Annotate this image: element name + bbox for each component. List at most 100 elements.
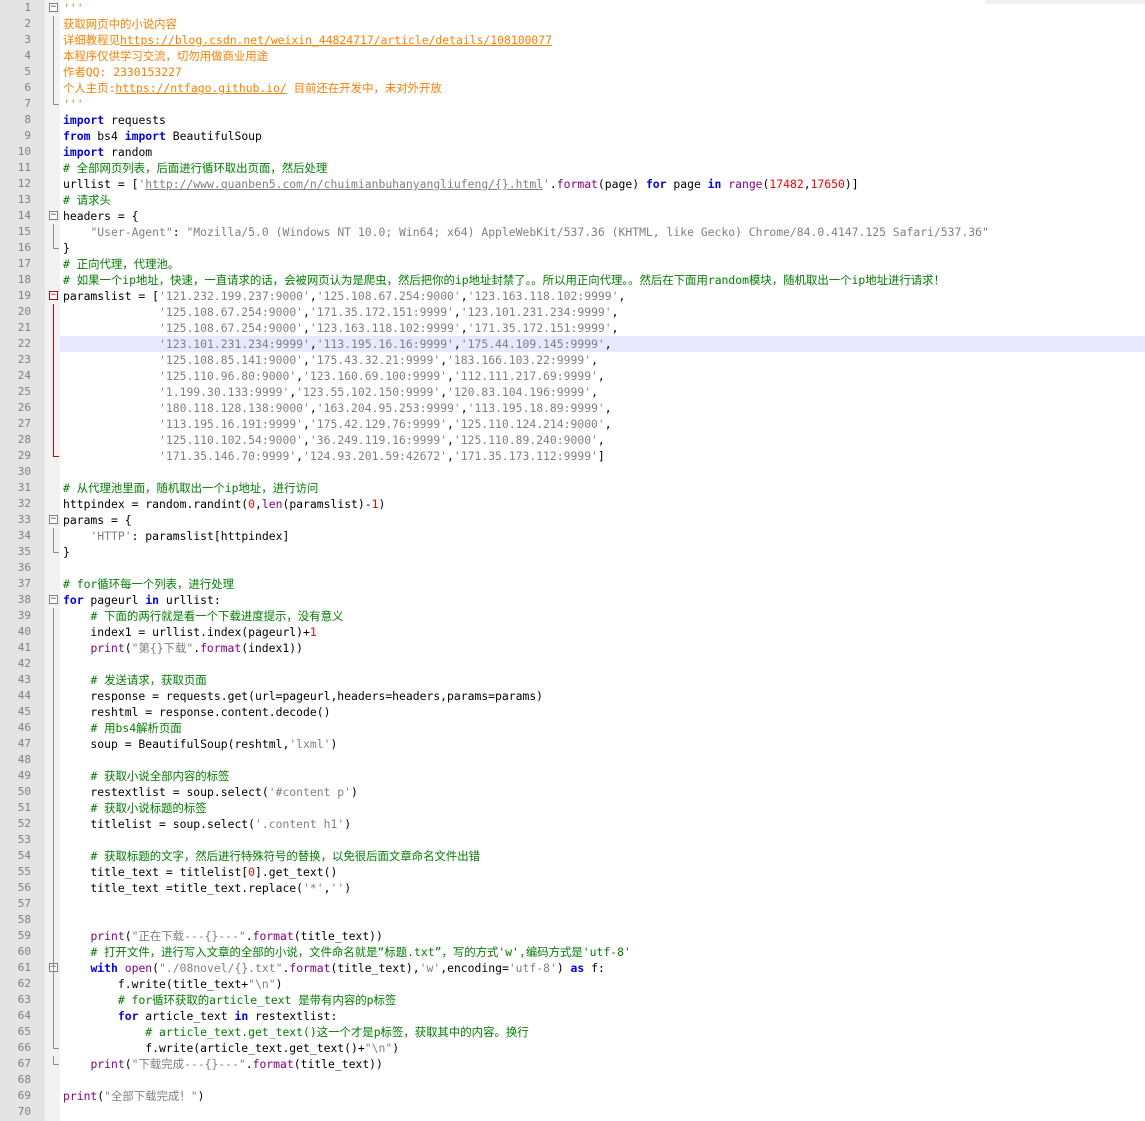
code-line[interactable]: 2 获取网页中的小说内容	[24, 16, 1145, 32]
code-line[interactable]: 8 import requests	[24, 112, 1145, 128]
code-token: httpindex = random.randint(	[63, 497, 249, 511]
code-area[interactable]: 1− ''' 2 获取网页中的小说内容 3 详细教程见https://blog.csdn.…	[18, 0, 1145, 1120]
code-text: f.write(title_text+"\n")	[63, 976, 283, 992]
code-token: )	[330, 737, 338, 751]
code-line[interactable]: 68	[18, 1072, 1145, 1088]
line-number: 32	[17, 497, 31, 510]
code-line[interactable]: 23 '125.108.85.141:9000','175.43.32.21:9…	[18, 352, 1145, 368]
code-line[interactable]: 63 # for循环获取的article_text 是带有内容的p标签	[18, 992, 1145, 1008]
code-line[interactable]: 21 '125.108.67.254:9000','123.163.118.10…	[18, 320, 1145, 336]
code-line[interactable]: 38 − for pageurl in urllist:	[18, 592, 1145, 608]
code-line[interactable]: 42	[18, 656, 1145, 672]
code-line[interactable]: 34 'HTTP': paramslist[httpindex]	[18, 528, 1145, 544]
code-line[interactable]: 58	[18, 912, 1145, 928]
code-line[interactable]: 70	[18, 1104, 1145, 1120]
line-number: 5	[24, 65, 31, 78]
code-line[interactable]: 55 title_text = titlelist[0].get_text()	[18, 864, 1145, 880]
code-token: as	[570, 961, 585, 975]
fold-guide-line	[53, 752, 54, 768]
code-line[interactable]: 28 '125.110.102.54:9000','36.249.119.16:…	[18, 432, 1145, 448]
code-line[interactable]: 17 # 正向代理，代理池。	[18, 256, 1145, 272]
code-line[interactable]: 27 '113.195.16.191:9999','175.42.129.76:…	[18, 416, 1145, 432]
code-line[interactable]: 57	[18, 896, 1145, 912]
code-line[interactable]: 6 个人主页:https://ntfago.github.io/ 目前还在开发中，…	[24, 80, 1145, 96]
code-line[interactable]: 69 print("全部下载完成！")	[18, 1088, 1145, 1104]
code-line[interactable]: 59 print("正在下载---{}---".format(title_tex…	[18, 928, 1145, 944]
code-token: '125.108.67.254:9000'	[316, 289, 461, 303]
fold-toggle-icon[interactable]: −	[49, 211, 58, 220]
code-line[interactable]: 4 本程序仅供学习交流，切勿用做商业用途	[24, 48, 1145, 64]
code-line[interactable]: 25 '1.199.30.133:9999', '123.55.102.150:9…	[18, 384, 1145, 400]
code-line[interactable]: 50 restextlist = soup.select('#content p…	[18, 784, 1145, 800]
code-token: requests	[104, 113, 166, 127]
code-line[interactable]: 62 f.write(title_text+"\n")	[18, 976, 1145, 992]
code-text: urllist = ['http://www.quanben5.com/n/ch…	[63, 176, 859, 192]
fold-toggle-icon[interactable]: −	[49, 291, 58, 300]
code-text: # 打开文件，进行写入文章的全部的小说，文件命名就是“标题.txt”，写的方式'…	[63, 944, 630, 960]
code-token: title_text =title_text.replace(	[63, 881, 304, 895]
code-line[interactable]: 5 作者QQ: 2330153227	[24, 64, 1145, 80]
code-line[interactable]: 15 "User-Agent": "Mozilla/5.0 (Windows N…	[18, 224, 1145, 240]
code-line[interactable]: 1 − '''	[24, 0, 1145, 16]
code-line[interactable]: 36	[18, 560, 1145, 576]
fold-guide-line	[53, 368, 54, 384]
code-line[interactable]: 32 httpindex = random.randint(0,len(param…	[18, 496, 1145, 512]
code-line[interactable]: 24 '125.110.96.80:9000','123.160.69.100:…	[18, 368, 1145, 384]
code-line[interactable]: 67 print("下载完成---{}---".format(title_tex…	[18, 1056, 1145, 1072]
code-line[interactable]: 29 '171.35.146.70:9999','124.93.201.59:4…	[18, 448, 1145, 464]
line-number: 23	[17, 353, 31, 366]
code-line[interactable]: 16}	[18, 240, 1145, 256]
code-line[interactable]: 41 print("第{}下载".format(index1))	[18, 640, 1145, 656]
code-token: paramslist = [	[63, 289, 160, 303]
code-line[interactable]: 30	[18, 464, 1145, 480]
code-line[interactable]: 13 # 请求头	[18, 192, 1145, 208]
code-line[interactable]: 22 '123.101.231.234:9999','113.195.16.16…	[18, 336, 1145, 352]
code-line[interactable]: 43 # 发送请求，获取页面	[18, 672, 1145, 688]
code-line[interactable]: 49 # 获取小说全部内容的标签	[18, 768, 1145, 784]
code-line[interactable]: 54 # 获取标题的文字，然后进行特殊符号的替换，以免很后面文章命名文件出错	[18, 848, 1145, 864]
line-number: 48	[17, 753, 31, 766]
code-line[interactable]: 56 title_text =title_text.replace('*',''…	[18, 880, 1145, 896]
code-line[interactable]: 11 # 全部网页列表，后面进行循环取出页面，然后处理	[18, 160, 1145, 176]
code-line[interactable]: 44 response = requests.get(url=pageurl,h…	[18, 688, 1145, 704]
code-line[interactable]: 20 '125.108.67.254:9000','171.35.172.151…	[18, 304, 1145, 320]
code-line[interactable]: 18 # 如果一个ip地址，快速，一直请求的话，会被网页认为是爬虫，然后把你的ip…	[18, 272, 1145, 288]
code-line[interactable]: 66 f.write(article_text.get_text()+"\n")	[18, 1040, 1145, 1056]
code-line[interactable]: 39 # 下面的两行就是看一个下载进度提示，没有意义	[18, 608, 1145, 624]
code-token: soup = BeautifulSoup(reshtml,	[63, 737, 290, 751]
code-token: import	[124, 129, 166, 143]
code-line[interactable]: 35}	[18, 544, 1145, 560]
code-line[interactable]: 40 index1 = urllist.index(pageurl)+1	[18, 624, 1145, 640]
code-line[interactable]: 48	[18, 752, 1145, 768]
code-line[interactable]: 31 # 从代理池里面，随机取出一个ip地址，进行访问	[18, 480, 1145, 496]
code-line[interactable]: 51 # 获取小说标题的标签	[18, 800, 1145, 816]
code-line[interactable]: 61− with open("./08novel/{}.txt".format(…	[18, 960, 1145, 976]
code-line[interactable]: 53	[18, 832, 1145, 848]
fold-toggle-icon[interactable]: −	[49, 595, 58, 604]
code-line[interactable]: 12 urllist = ['http://www.quanben5.com/n/…	[18, 176, 1145, 192]
code-line[interactable]: 14 − headers = {	[18, 208, 1145, 224]
code-line[interactable]: 7 '''	[24, 96, 1145, 112]
code-line[interactable]: 9 from bs4 import BeautifulSoup	[24, 128, 1145, 144]
code-line[interactable]: 19 − paramslist = ['121.232.199.237:9000',…	[18, 288, 1145, 304]
code-token: (	[124, 641, 132, 655]
code-line[interactable]: 3 详细教程见https://blog.csdn.net/weixin_44824…	[24, 32, 1145, 48]
code-line[interactable]: 26 '180.118.128.138:9000','163.204.95.25…	[18, 400, 1145, 416]
code-line[interactable]: 65 # article_text.get_text()这一个才是p标签，获取其…	[18, 1024, 1145, 1040]
line-number: 53	[17, 833, 31, 846]
fold-toggle-icon[interactable]: −	[49, 3, 58, 12]
code-line[interactable]: 47 soup = BeautifulSoup(reshtml,'lxml')	[18, 736, 1145, 752]
fold-toggle-icon[interactable]: −	[49, 515, 58, 524]
code-line[interactable]: 46 # 用bs4解析页面	[18, 720, 1145, 736]
code-line[interactable]: 37 # for循环每一个列表，进行处理	[18, 576, 1145, 592]
code-editor[interactable]: 1− ''' 2 获取网页中的小说内容 3 详细教程见https://blog.csdn.…	[0, 0, 1145, 1121]
code-line[interactable]: 52 titlelist = soup.select('.content h1'…	[18, 816, 1145, 832]
code-line[interactable]: 33 − params = {	[18, 512, 1145, 528]
code-line[interactable]: 64 for article_text in restextlist:	[18, 1008, 1145, 1024]
code-line[interactable]: 60 # 打开文件，进行写入文章的全部的小说，文件命名就是“标题.txt”，写的…	[18, 944, 1145, 960]
code-line[interactable]: 45 reshtml = response.content.decode()	[18, 704, 1145, 720]
code-line[interactable]: 10 import random	[18, 144, 1145, 160]
